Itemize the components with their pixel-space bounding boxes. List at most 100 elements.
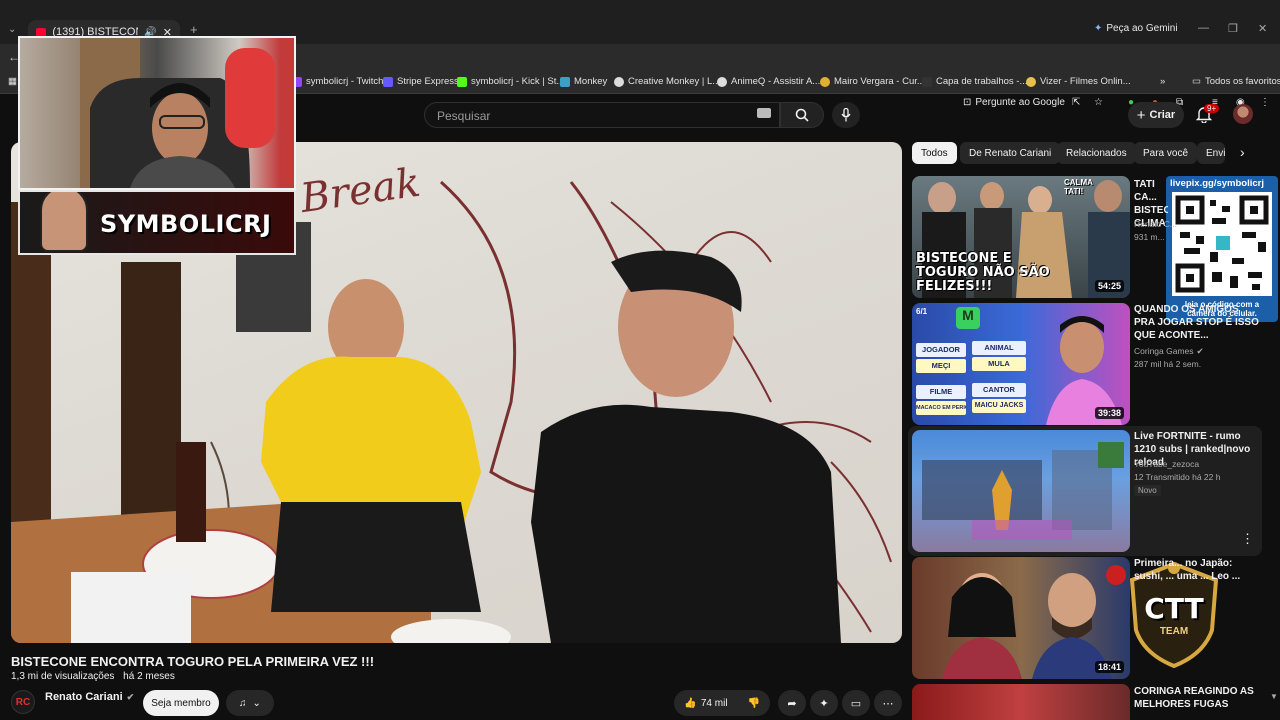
pix-url: livepix.gg/symbolicrj <box>1170 178 1264 189</box>
thumbnail-label: ANIMAL <box>972 341 1026 355</box>
tab-list-icon[interactable]: ⌄ <box>8 24 16 35</box>
scrollbar-down-icon[interactable]: ▼ <box>1270 692 1278 701</box>
thumbnail-label: MACACO EM PERIGO <box>916 401 966 415</box>
chip-related[interactable]: Relacionados <box>1057 142 1136 164</box>
browser-menu-icon[interactable]: ⋮ <box>1260 93 1270 111</box>
recommended-title[interactable]: QUANDO OS AMIGOS PRA JOGAR STOP É ISSO Q… <box>1134 303 1262 342</box>
view-count: 1,3 mi de visualizações <box>11 671 115 682</box>
search-placeholder: Pesquisar <box>437 109 491 123</box>
thumbnail-tag: CALMA TATI! <box>1064 178 1093 196</box>
like-count: 74 mil <box>700 697 728 709</box>
more-actions-button[interactable]: ⋯ <box>874 690 902 716</box>
upload-age: há 2 meses <box>123 671 175 682</box>
notifications-badge: 9+ <box>1204 104 1220 113</box>
qr-code <box>1172 192 1272 296</box>
video-title: BISTECONE ENCONTRA TOGURO PELA PRIMEIRA … <box>11 654 375 669</box>
recommended-channel-label: Coringa Games <box>1134 346 1194 356</box>
bookmark-item[interactable]: Vizer - Filmes Onlin... <box>1026 76 1131 87</box>
subscribe-bell-button[interactable]: ♫ ⌄ <box>226 690 274 716</box>
thumbnail-round: 6/1 <box>916 307 928 316</box>
new-tab-icon[interactable]: + <box>190 22 198 37</box>
chevron-down-icon: ⌄ <box>252 697 261 709</box>
thumbs-down-icon: 👎 <box>747 697 761 709</box>
channel-name-link[interactable]: Renato Cariani ✔ <box>45 691 134 703</box>
like-button[interactable]: 👍 74 mil <box>674 690 738 716</box>
chip-from-channel[interactable]: De Renato Cariani <box>960 142 1061 164</box>
more-bookmarks-icon[interactable]: » <box>1160 76 1165 87</box>
thumbnail-label: CANTOR <box>972 383 1026 397</box>
channel-link-label: Renato Cariani <box>45 691 123 703</box>
notifications-button[interactable]: 9+ <box>1195 104 1220 128</box>
search-button[interactable] <box>780 102 824 128</box>
bookmark-favicon-icon <box>820 76 830 87</box>
share-button[interactable]: ➦ <box>778 690 806 716</box>
bookmark-item[interactable]: symbolicrj - Kick | St... <box>457 76 564 87</box>
join-button[interactable]: Seja membro <box>143 690 219 716</box>
bookmark-favicon-icon <box>1026 76 1036 87</box>
all-favorites-button[interactable]: ▭ Todos os favoritos <box>1192 76 1280 87</box>
chip-sent[interactable]: Envi <box>1197 142 1225 164</box>
recommended-meta: 12 Transmitido há 22 h <box>1134 472 1221 482</box>
stop-logo-icon: M <box>956 307 980 329</box>
create-button[interactable]: + Criar <box>1128 102 1184 128</box>
maximize-icon[interactable]: ❐ <box>1228 22 1238 35</box>
thumbnail-label: MEÇI <box>916 359 966 373</box>
bookmark-label: Capa de trabalhos -... <box>936 76 1028 87</box>
recommended-thumbnail[interactable]: BISTECONE E TOGURO NÃO SÃO FELIZES!!! CA… <box>912 176 1130 298</box>
qr-code-pattern <box>1175 195 1269 293</box>
video-duration: 18:41 <box>1094 661 1124 673</box>
chips-next-icon[interactable]: › <box>1240 144 1245 160</box>
bookmark-item[interactable]: Mairo Vergara - Cur... <box>820 76 925 87</box>
verified-icon: ✔ <box>1196 346 1204 356</box>
webcam-feed <box>80 38 275 188</box>
search-input[interactable]: Pesquisar <box>424 102 780 128</box>
sparkle-icon: ✦ <box>819 697 829 710</box>
streamer-webcam <box>18 36 296 190</box>
bookmark-label: symbolicrj - Twitch <box>306 76 384 87</box>
thanks-button[interactable]: ✦ <box>810 690 838 716</box>
bookmark-favicon-icon <box>717 76 727 87</box>
chip-all[interactable]: Todos <box>912 142 957 164</box>
fortnite-gameplay-icon <box>922 442 1124 540</box>
more-options-icon[interactable]: ⋮ <box>1241 531 1254 547</box>
chip-for-you[interactable]: Para você <box>1134 142 1198 164</box>
recommended-meta: 287 mil há 2 sem. <box>1134 359 1202 369</box>
bookmark-favicon-icon <box>457 76 467 87</box>
minimize-icon[interactable]: — <box>1198 22 1209 34</box>
bookmark-label: Creative Monkey | L... <box>628 76 721 87</box>
install-icon[interactable]: ⇱ <box>1072 93 1080 111</box>
account-avatar[interactable] <box>1233 104 1253 124</box>
recommended-title[interactable]: CORINGA REAGINDO AS MELHORES FUGAS <box>1134 685 1262 711</box>
google-lens-icon: ⊡ <box>963 96 972 108</box>
bookmark-item[interactable]: Capa de trabalhos -... <box>922 76 1027 87</box>
recommended-channel[interactable]: Renato C... <box>1134 219 1177 229</box>
close-window-icon[interactable]: ✕ <box>1258 22 1267 35</box>
recommended-thumbnail[interactable] <box>912 430 1130 552</box>
bookmark-item[interactable]: AnimeQ - Assistir A... <box>717 76 820 87</box>
bookmark-favicon-icon <box>560 76 570 87</box>
bookmark-star-icon[interactable]: ☆ <box>1094 93 1103 111</box>
recommended-thumbnail[interactable]: 6/1 M JOGADOR MEÇI ANIMAL MULA FILME MAC… <box>912 303 1130 425</box>
gemini-button[interactable]: ✦ Peça ao Gemini <box>1094 23 1178 34</box>
dislike-button[interactable]: 👎 <box>738 690 770 716</box>
ask-google-button[interactable]: ⊡ Pergunte ao Google <box>963 93 1065 111</box>
bookmark-item[interactable]: Stripe Express <box>383 76 459 87</box>
recommended-thumbnail[interactable] <box>912 684 1130 720</box>
recommended-channel[interactable]: Coringa Games ✔ <box>1134 346 1204 357</box>
bell-icon: ♫ <box>239 697 247 709</box>
bookmark-item[interactable]: Creative Monkey | L... <box>614 76 720 87</box>
voice-search-button[interactable] <box>832 102 860 128</box>
recommended-title[interactable]: Primeira... no Japão: sushi, ... uma ...… <box>1134 557 1262 583</box>
recommended-thumbnail[interactable]: 18:41 <box>912 557 1130 679</box>
channel-avatar[interactable]: RC <box>11 690 35 714</box>
ask-google-label: Pergunte ao Google <box>975 96 1065 108</box>
save-button[interactable]: ▭ <box>842 690 870 716</box>
bookmark-item[interactable]: Monkey <box>560 76 607 87</box>
bookmark-favicon-icon <box>922 76 932 87</box>
apps-grid-icon[interactable]: ▦ <box>8 76 17 87</box>
recommended-channel[interactable]: YouTube_zezoca <box>1134 459 1199 469</box>
bookmark-item[interactable]: symbolicrj - Twitch <box>292 76 383 87</box>
bookmark-label: symbolicrj - Kick | St... <box>471 76 565 87</box>
keyboard-icon[interactable] <box>757 108 771 118</box>
bookmark-label: Vizer - Filmes Onlin... <box>1040 76 1131 87</box>
